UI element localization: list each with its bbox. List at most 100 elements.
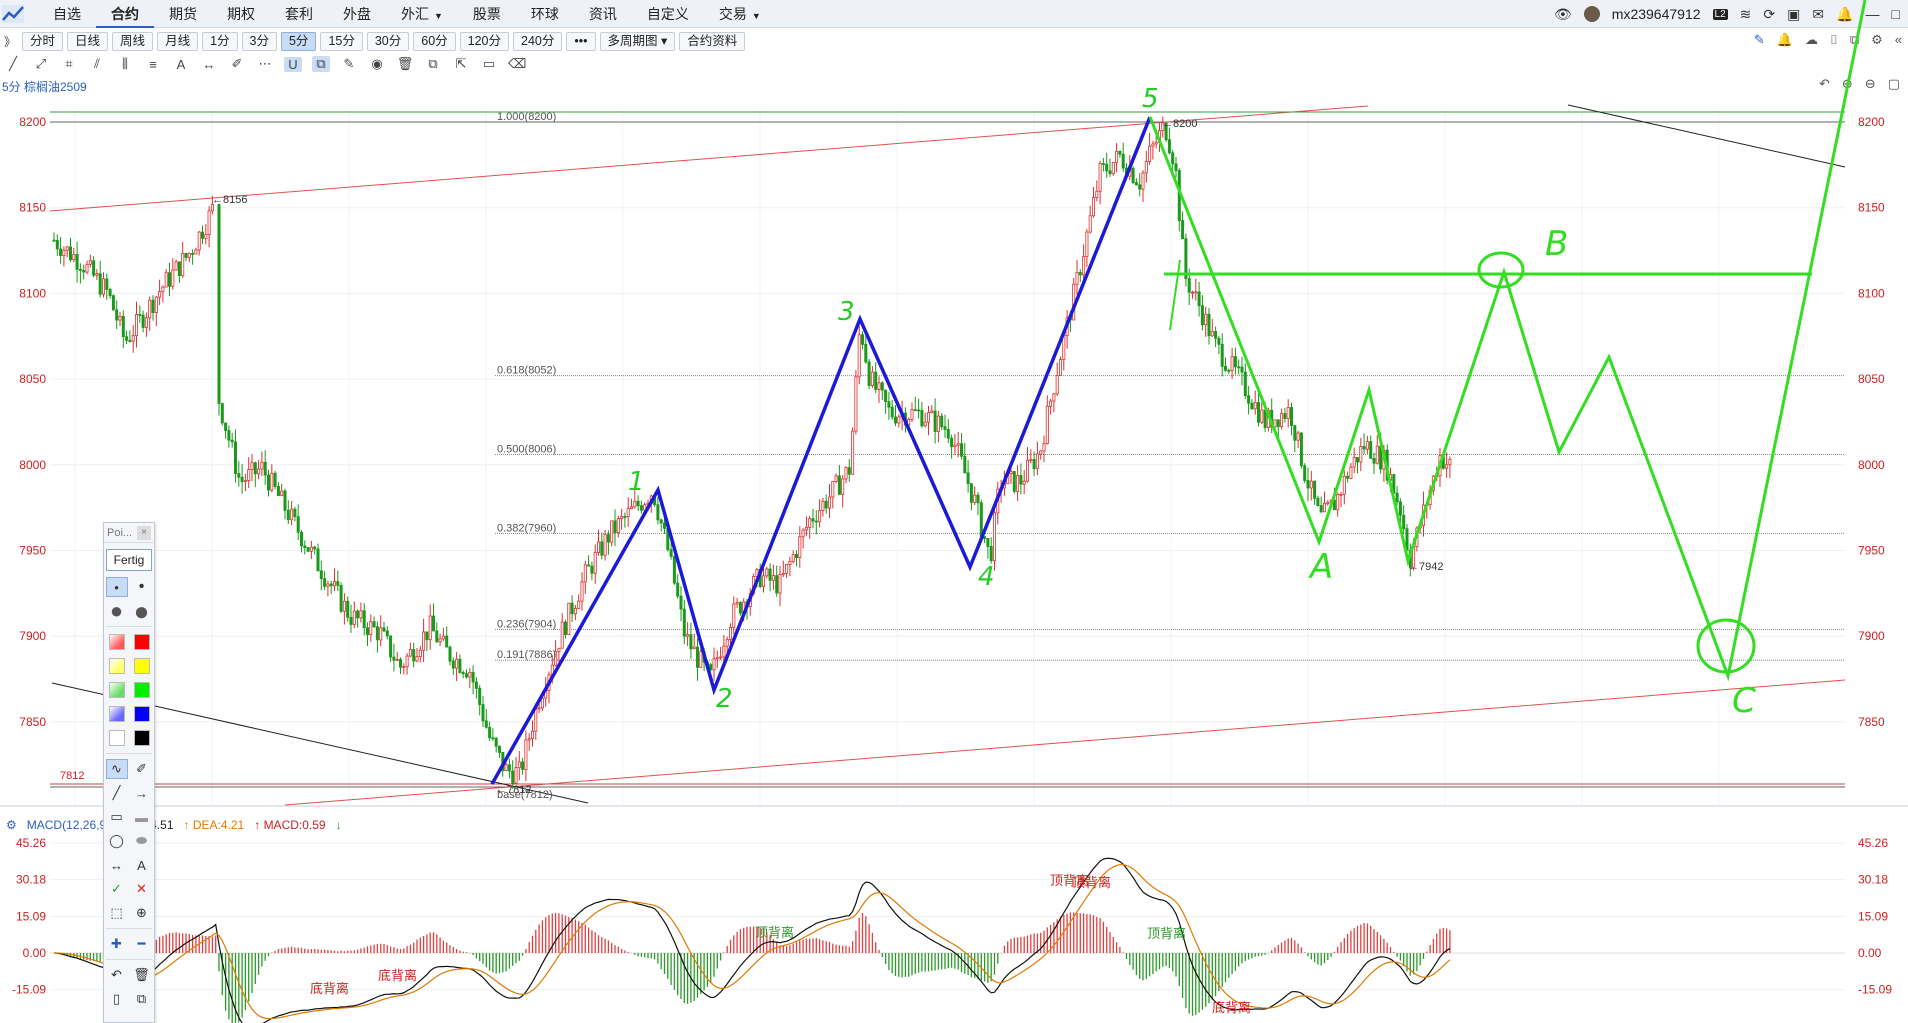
- candle-body: [266, 474, 270, 491]
- zoom-region-icon[interactable]: ⊕: [132, 904, 152, 922]
- palette-done-button[interactable]: Fertig: [106, 549, 152, 571]
- color-swatch-3[interactable]: [132, 657, 152, 675]
- candle-body: [148, 299, 152, 319]
- candle-body: [715, 657, 719, 660]
- color-swatch-6[interactable]: [107, 705, 127, 723]
- candle-body: [280, 490, 284, 497]
- candle-body: [771, 575, 775, 581]
- candle-body: [946, 429, 950, 439]
- double-arrow-icon[interactable]: ↔: [107, 856, 127, 874]
- candle-body: [293, 508, 297, 518]
- candle-body: [847, 467, 851, 475]
- rectangle-icon[interactable]: ▭: [107, 808, 127, 826]
- price-tick-left: 7950: [19, 544, 46, 558]
- color-swatch-9[interactable]: [132, 729, 152, 747]
- minus-icon[interactable]: ━: [132, 935, 152, 953]
- freehand-tool-icon[interactable]: ∿: [105, 759, 128, 779]
- candle-body: [1055, 375, 1059, 395]
- candle-body: [1151, 143, 1155, 147]
- line-icon[interactable]: ╱: [107, 784, 127, 802]
- candle-body: [686, 634, 690, 637]
- chart-canvas[interactable]: 8200 8150 8100 8050 8000 7950 7900 7850 7812 820…: [0, 0, 1908, 1023]
- color-swatch-4[interactable]: [107, 681, 127, 699]
- candle-body: [286, 509, 290, 521]
- candle-body: [362, 610, 366, 629]
- candle-body: [1052, 393, 1056, 402]
- candle-body: [1303, 465, 1307, 481]
- candle-body: [712, 658, 716, 671]
- candle-body: [1233, 356, 1237, 368]
- divergence-label: 底背离: [378, 968, 417, 983]
- candle-body: [616, 518, 620, 534]
- candle-body: [464, 673, 468, 678]
- color-swatch-0[interactable]: [107, 633, 127, 651]
- marker-tool-icon[interactable]: ✐: [132, 760, 152, 778]
- candle-body: [1022, 480, 1026, 485]
- price-tick-left: 8200: [19, 115, 46, 129]
- candle-body: [481, 704, 485, 722]
- candle-body: [125, 336, 129, 341]
- candle-body: [699, 651, 703, 668]
- candle-body: [458, 658, 462, 673]
- color-swatch-8[interactable]: [107, 729, 127, 747]
- dot-small-icon[interactable]: •: [105, 577, 128, 597]
- fib-level-label: 0.500(8006): [497, 444, 556, 456]
- macd-dea: ↑ DEA:4.21: [183, 818, 245, 832]
- dot-xlarge-icon[interactable]: ●: [132, 596, 152, 626]
- candle-body: [283, 490, 287, 511]
- candle-body: [181, 253, 185, 277]
- check-icon[interactable]: ✓: [107, 880, 127, 898]
- copy-page-icon[interactable]: ⧉: [132, 990, 152, 1008]
- ellipse-icon[interactable]: ◯: [107, 832, 127, 850]
- candle-body: [438, 638, 442, 643]
- candle-body: [837, 475, 841, 495]
- undo-draw-icon[interactable]: ↶: [107, 966, 127, 984]
- color-swatch-2[interactable]: [107, 657, 127, 675]
- dot-medium-icon[interactable]: •: [132, 578, 152, 596]
- candle-body: [1224, 365, 1228, 371]
- candle-body: [1230, 356, 1234, 371]
- macd-settings-icon[interactable]: ⚙: [6, 818, 17, 832]
- candle-body: [263, 461, 267, 476]
- trash-icon[interactable]: 🗑: [132, 966, 152, 984]
- cross-icon[interactable]: ✕: [132, 880, 152, 898]
- candle-body: [1171, 152, 1175, 165]
- price-tick-right: 8100: [1858, 286, 1885, 300]
- candle-body: [623, 516, 627, 518]
- candle-body: [600, 541, 604, 556]
- candle-body: [969, 483, 973, 503]
- candle-body: [276, 486, 280, 497]
- candle-body: [253, 462, 257, 475]
- new-page-icon[interactable]: ▯: [107, 990, 127, 1008]
- candle-body: [1247, 395, 1251, 404]
- candle-body: [798, 536, 802, 558]
- filled-ellipse-icon[interactable]: ⬬: [132, 832, 152, 850]
- color-swatch-7[interactable]: [132, 705, 152, 723]
- candle-body: [524, 739, 528, 770]
- color-swatch-1[interactable]: [132, 633, 152, 651]
- arrow-icon[interactable]: →: [132, 784, 152, 802]
- candle-body: [818, 510, 822, 523]
- palette-close-button[interactable]: ×: [137, 525, 151, 540]
- candle-body: [811, 518, 815, 522]
- candle-body: [422, 631, 426, 651]
- candle-body: [233, 441, 237, 474]
- text-icon[interactable]: A: [132, 856, 152, 874]
- candle-body: [639, 505, 643, 511]
- candle-body: [260, 461, 264, 470]
- candle-body: [102, 278, 106, 295]
- dot-large-icon[interactable]: ●: [107, 598, 127, 623]
- macd-legend: ⚙ MACD(12,26,9) DIFF:4.51 ↑ DEA:4.21 ↑ M…: [6, 818, 342, 832]
- candle-body: [488, 726, 492, 739]
- plus-icon[interactable]: ✚: [107, 935, 127, 953]
- color-swatch-5[interactable]: [132, 681, 152, 699]
- candle-body: [1181, 220, 1185, 240]
- candle-body: [725, 638, 729, 647]
- select-region-icon[interactable]: ⬚: [107, 904, 127, 922]
- candle-body: [979, 502, 983, 537]
- candle-body: [890, 406, 894, 418]
- candle-body: [910, 409, 914, 420]
- candle-body: [682, 608, 686, 637]
- wave-label-B: B: [1545, 224, 1568, 264]
- filled-rectangle-icon[interactable]: ▬: [132, 808, 152, 826]
